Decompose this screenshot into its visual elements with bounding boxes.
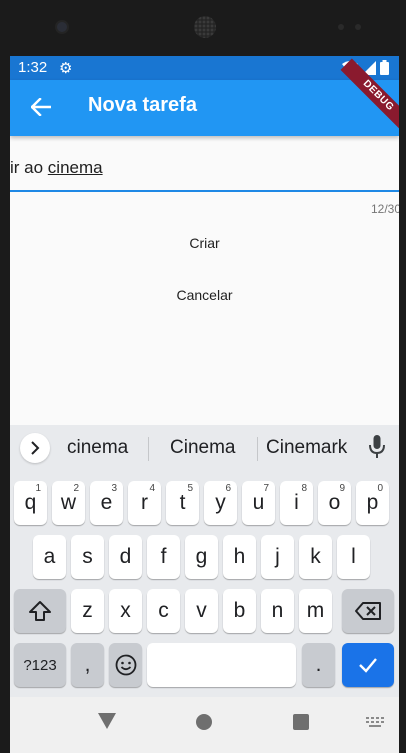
key-j[interactable]: j — [261, 535, 294, 579]
key-hint: 2 — [73, 483, 79, 494]
emoji-icon — [115, 654, 136, 676]
phone-frame: 1:32 ⚙ Nova tarefa DEBUG ir ao cinema 12… — [0, 0, 406, 753]
key-e[interactable]: e3 — [90, 481, 123, 525]
suggestion-strip: cinema Cinema Cinemark — [10, 425, 399, 469]
arrow-left-icon — [31, 98, 51, 116]
key-label: p — [366, 491, 379, 514]
key-a[interactable]: a — [33, 535, 66, 579]
front-camera — [57, 22, 67, 32]
key-h[interactable]: h — [223, 535, 256, 579]
chevron-right-icon — [31, 441, 40, 455]
key-hint: 3 — [111, 483, 117, 494]
key-g[interactable]: g — [185, 535, 218, 579]
checkmark-icon — [359, 658, 377, 673]
key-w[interactable]: w2 — [52, 481, 85, 525]
key-u[interactable]: u7 — [242, 481, 275, 525]
task-text-field[interactable]: ir ao cinema — [10, 136, 399, 192]
task-input-prefix: ir ao — [10, 158, 48, 177]
key-o[interactable]: o9 — [318, 481, 351, 525]
nav-back-triangle-icon[interactable] — [98, 713, 116, 729]
backspace-key[interactable] — [342, 589, 394, 633]
period-key[interactable]: . — [302, 643, 335, 687]
key-n[interactable]: n — [261, 589, 294, 633]
system-navigation-bar — [10, 697, 399, 753]
suggestion-1[interactable]: cinema — [67, 437, 128, 459]
suggestion-3[interactable]: Cinemark — [266, 437, 347, 459]
key-label: y — [215, 491, 226, 514]
key-p[interactable]: p0 — [356, 481, 389, 525]
nav-home-circle-icon[interactable] — [196, 714, 212, 730]
character-counter: 12/30 — [370, 202, 399, 216]
symbols-key[interactable]: ?123 — [14, 643, 66, 687]
key-label: r — [141, 491, 148, 514]
key-b[interactable]: b — [223, 589, 256, 633]
app-screen: 1:32 ⚙ Nova tarefa DEBUG ir ao cinema 12… — [10, 56, 399, 753]
key-l[interactable]: l — [337, 535, 370, 579]
field-underline — [10, 190, 399, 192]
backspace-icon — [355, 602, 381, 620]
key-label: q — [24, 491, 37, 514]
key-hint: 7 — [263, 483, 269, 494]
key-hint: 6 — [225, 483, 231, 494]
page-title: Nova tarefa — [88, 94, 197, 116]
enter-key[interactable] — [342, 643, 394, 687]
key-hint: 5 — [187, 483, 193, 494]
soft-keyboard: cinema Cinema Cinemark q1 w2 e3 r4 t5 y6… — [10, 425, 399, 697]
app-bar: Nova tarefa DEBUG — [10, 58, 399, 136]
key-label: e — [100, 491, 113, 514]
shift-arrow-icon — [29, 601, 51, 621]
key-label: w — [60, 491, 77, 514]
comma-key[interactable]: , — [71, 643, 104, 687]
earpiece-speaker — [194, 16, 216, 38]
key-s[interactable]: s — [71, 535, 104, 579]
suggestion-divider — [257, 437, 258, 461]
back-button[interactable] — [28, 94, 54, 120]
key-c[interactable]: c — [147, 589, 180, 633]
key-y[interactable]: y6 — [204, 481, 237, 525]
key-hint: 4 — [149, 483, 155, 494]
light-sensor — [355, 24, 361, 30]
key-i[interactable]: i8 — [280, 481, 313, 525]
task-input-value[interactable]: ir ao cinema — [10, 158, 103, 178]
key-k[interactable]: k — [299, 535, 332, 579]
key-q[interactable]: q1 — [14, 481, 47, 525]
key-m[interactable]: m — [299, 589, 332, 633]
settings-gear-icon: ⚙ — [59, 60, 73, 77]
battery-icon — [380, 60, 389, 75]
key-z[interactable]: z — [71, 589, 104, 633]
cancel-button[interactable]: Cancelar — [10, 286, 399, 304]
key-v[interactable]: v — [185, 589, 218, 633]
key-hint: 0 — [377, 483, 383, 494]
key-d[interactable]: d — [109, 535, 142, 579]
nav-recents-square-icon[interactable] — [293, 714, 309, 730]
key-label: t — [179, 491, 186, 514]
status-time: 1:32 — [18, 59, 48, 76]
expand-toolbar-button[interactable] — [20, 433, 50, 463]
key-t[interactable]: t5 — [166, 481, 199, 525]
microphone-icon[interactable] — [368, 435, 386, 464]
phone-bezel — [0, 0, 406, 56]
key-hint: 9 — [339, 483, 345, 494]
keyboard-switch-icon[interactable] — [366, 717, 384, 728]
key-f[interactable]: f — [147, 535, 180, 579]
key-hint: 1 — [35, 483, 41, 494]
create-button[interactable]: Criar — [10, 234, 399, 252]
key-label: i — [294, 491, 299, 514]
key-hint: 8 — [301, 483, 307, 494]
key-x[interactable]: x — [109, 589, 142, 633]
shift-key[interactable] — [14, 589, 66, 633]
proximity-sensor — [338, 24, 344, 30]
key-r[interactable]: r4 — [128, 481, 161, 525]
emoji-key[interactable] — [109, 643, 142, 687]
key-label: o — [328, 491, 341, 514]
space-key[interactable] — [147, 643, 296, 687]
key-label: u — [252, 491, 265, 514]
suggestion-divider — [148, 437, 149, 461]
suggestion-2[interactable]: Cinema — [170, 437, 235, 459]
task-input-composing-word: cinema — [47, 158, 103, 177]
